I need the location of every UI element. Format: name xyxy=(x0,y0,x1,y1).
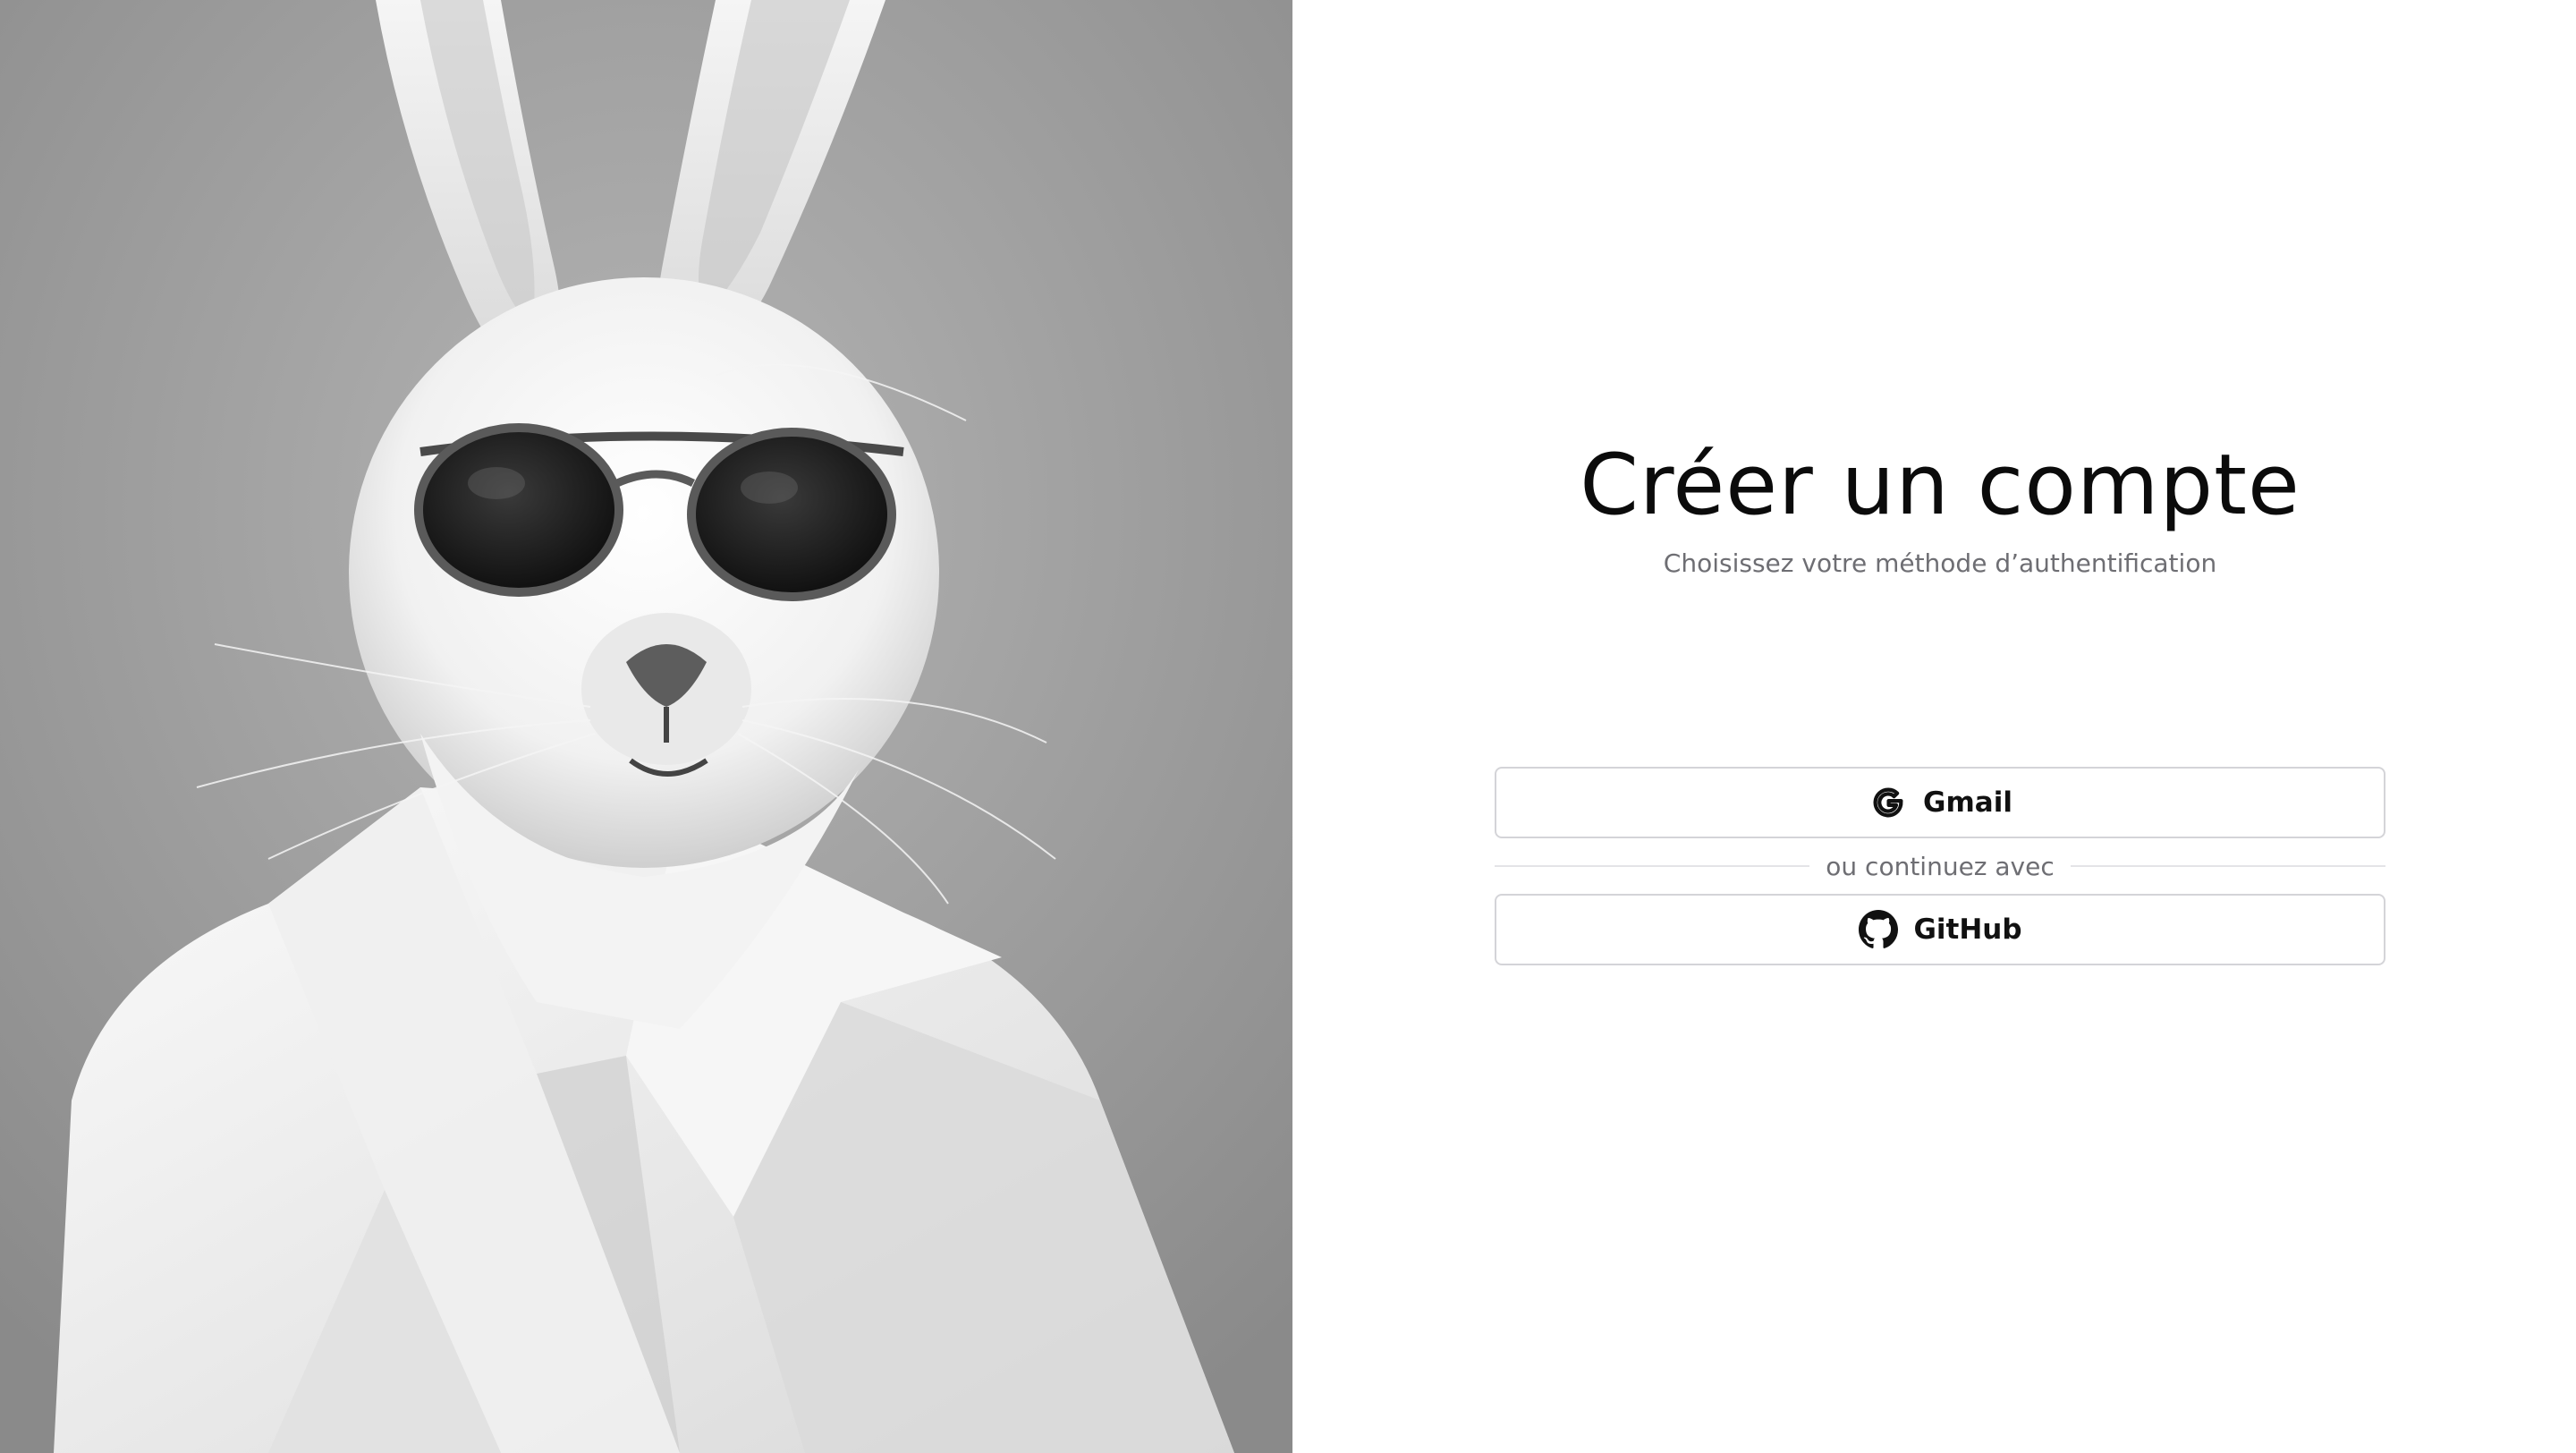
page-title: Créer un compte xyxy=(1580,437,2301,534)
github-button[interactable]: GitHub xyxy=(1495,894,2385,965)
divider-line-left xyxy=(1495,865,1810,867)
divider-text: ou continuez avec xyxy=(1826,851,2055,881)
rabbit-illustration xyxy=(0,0,1292,1453)
hero-image-panel xyxy=(0,0,1292,1453)
google-icon xyxy=(1868,782,1909,823)
signup-page: Créer un compte Choisissez votre méthode… xyxy=(0,0,2576,1453)
page-subtitle: Choisissez votre méthode d’authentificat… xyxy=(1663,548,2217,578)
divider-line-right xyxy=(2070,865,2386,867)
divider: ou continuez avec xyxy=(1495,838,2386,894)
gmail-button[interactable]: Gmail xyxy=(1495,767,2385,838)
auth-card: Créer un compte Choisissez votre méthode… xyxy=(1495,437,2386,965)
gmail-button-label: Gmail xyxy=(1923,786,2012,819)
github-button-label: GitHub xyxy=(1913,913,2022,946)
github-icon xyxy=(1858,909,1899,950)
auth-panel: Créer un compte Choisissez votre méthode… xyxy=(1292,0,2576,1453)
